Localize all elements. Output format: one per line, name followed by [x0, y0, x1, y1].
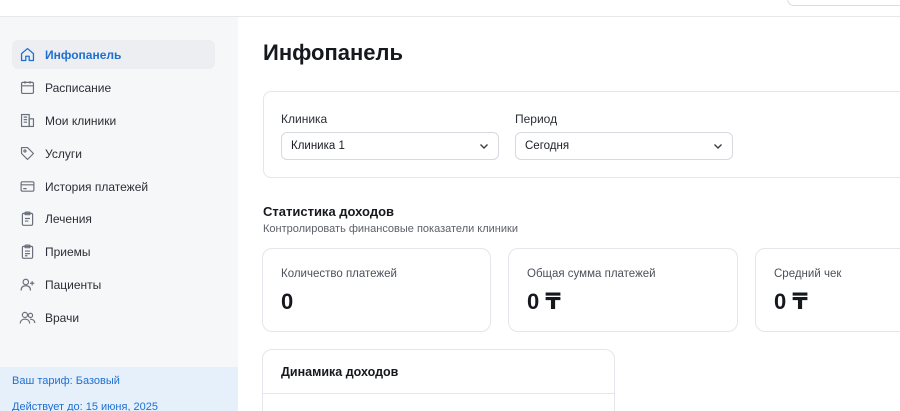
income-dynamics-title: Динамика доходов — [281, 365, 399, 379]
stat-card-payments-total: Общая сумма платежей 0 ₸ — [508, 248, 738, 332]
plan-info: Ваш тариф: Базовый Действует до: 15 июня… — [0, 367, 238, 411]
stat-card-average-check: Средний чек 0 ₸ — [755, 248, 900, 332]
sidebar-item-appointments[interactable]: Приемы — [12, 237, 215, 266]
users-icon — [18, 309, 36, 327]
stat-label: Количество платежей — [281, 268, 397, 280]
clinic-select-value: Клиника 1 — [291, 140, 345, 152]
sidebar-item-doctors[interactable]: Врачи — [12, 303, 215, 332]
top-search-field[interactable] — [787, 0, 900, 6]
top-bar — [0, 0, 900, 17]
main-content: Инфопанель Клиника Клиника 1 Период Сего… — [238, 17, 900, 411]
card-icon — [18, 178, 36, 196]
divider — [263, 393, 614, 394]
sidebar-item-label: Приемы — [45, 244, 91, 259]
sidebar-item-label: Пациенты — [45, 277, 102, 292]
sidebar: Инфопанель Расписание Мои клиники Услуги… — [0, 17, 238, 411]
user-add-icon — [18, 276, 36, 294]
tag-icon — [18, 145, 36, 163]
stat-value: 0 ₸ — [527, 289, 561, 314]
sidebar-item-services[interactable]: Услуги — [12, 139, 215, 168]
plan-tariff: Ваш тариф: Базовый — [12, 375, 120, 387]
period-label: Период — [515, 112, 558, 126]
clinic-label: Клиника — [281, 112, 328, 126]
sidebar-item-schedule[interactable]: Расписание — [12, 73, 215, 102]
page-title: Инфопанель — [263, 40, 404, 65]
sidebar-item-label: Лечения — [45, 211, 92, 226]
calendar-icon — [18, 79, 36, 97]
sidebar-item-patients[interactable]: Пациенты — [12, 270, 215, 299]
stat-card-payments-count: Количество платежей 0 — [262, 248, 491, 332]
clipboard-list-icon — [18, 243, 36, 261]
sidebar-item-label: Мои клиники — [45, 113, 117, 128]
clipboard-icon — [18, 210, 36, 228]
sidebar-item-treatments[interactable]: Лечения — [12, 204, 215, 233]
stat-label: Средний чек — [774, 268, 842, 280]
building-icon — [18, 112, 36, 130]
chevron-down-icon — [714, 144, 722, 149]
home-icon — [18, 46, 36, 64]
sidebar-item-payment-history[interactable]: История платежей — [12, 172, 215, 201]
sidebar-item-label: Инфопанель — [45, 47, 122, 62]
stat-value: 0 ₸ — [774, 289, 808, 314]
filters-card: Клиника Клиника 1 Период Сегодня — [263, 91, 900, 178]
income-stats-title: Статистика доходов — [263, 204, 395, 219]
chevron-down-icon — [480, 144, 488, 149]
sidebar-item-dashboard[interactable]: Инфопанель — [12, 40, 215, 69]
sidebar-item-clinics[interactable]: Мои клиники — [12, 106, 215, 135]
clinic-select[interactable]: Клиника 1 — [281, 132, 499, 160]
income-stats-subtitle: Контролировать финансовые показатели кли… — [263, 223, 518, 235]
stat-label: Общая сумма платежей — [527, 268, 656, 280]
sidebar-item-label: Услуги — [45, 146, 82, 161]
stat-value: 0 — [281, 289, 294, 314]
plan-valid-until: Действует до: 15 июня, 2025 — [12, 401, 159, 411]
sidebar-item-label: Врачи — [45, 310, 80, 325]
sidebar-item-label: Расписание — [45, 80, 112, 95]
sidebar-item-label: История платежей — [45, 179, 149, 194]
income-dynamics-card: Динамика доходов — [262, 349, 615, 411]
period-select-value: Сегодня — [525, 140, 570, 152]
period-select[interactable]: Сегодня — [515, 132, 733, 160]
